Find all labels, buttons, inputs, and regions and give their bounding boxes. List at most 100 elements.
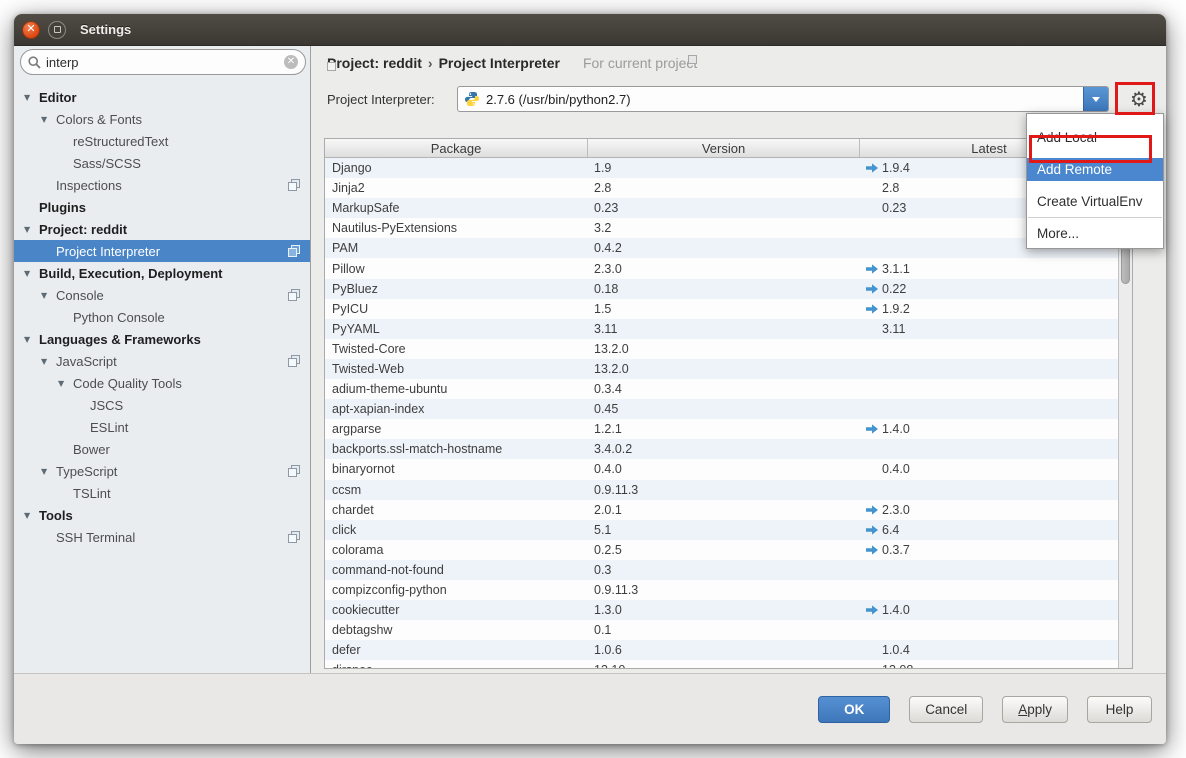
settings-search[interactable]: ✕: [20, 49, 306, 75]
package-name-cell: adium-theme-ubuntu: [325, 382, 588, 396]
combobox-dropdown-button[interactable]: [1083, 87, 1108, 111]
package-table-row[interactable]: Twisted-Web 13.2.0: [325, 359, 1118, 379]
breadcrumb-project[interactable]: Project: reddit: [327, 55, 422, 71]
sidebar-tree-item[interactable]: ▼ Project: reddit: [14, 218, 310, 240]
package-table-row[interactable]: click 5.1 6.4: [325, 520, 1118, 540]
sidebar-tree-item[interactable]: ▼ Python Console: [14, 306, 310, 328]
search-input[interactable]: [46, 55, 284, 70]
menu-item[interactable]: Create VirtualEnv: [1027, 190, 1163, 213]
sidebar-tree-item[interactable]: ▼ SSH Terminal: [14, 526, 310, 548]
search-icon: [28, 56, 41, 69]
package-table-row[interactable]: binaryornot 0.4.0 0.4.0: [325, 459, 1118, 479]
package-table-row[interactable]: argparse 1.2.1 1.4.0: [325, 419, 1118, 439]
package-table-row[interactable]: dirspec 13.10 13.08: [325, 660, 1118, 669]
package-latest-cell: [860, 384, 1118, 394]
menu-item[interactable]: Add Remote: [1027, 158, 1163, 181]
package-table-row[interactable]: Django 1.9 1.9.4: [325, 158, 1118, 178]
tree-expand-arrow-icon[interactable]: ▼: [41, 115, 56, 124]
package-table-row[interactable]: adium-theme-ubuntu 0.3.4: [325, 379, 1118, 399]
package-table-row[interactable]: MarkupSafe 0.23 0.23: [325, 198, 1118, 218]
interpreter-label: Project Interpreter:: [327, 92, 457, 107]
sidebar-tree-item[interactable]: ▼ ESLint: [14, 416, 310, 438]
package-table-row[interactable]: backports.ssl-match-hostname 3.4.0.2: [325, 439, 1118, 459]
latest-version-label: 1.4.0: [882, 603, 910, 617]
tree-expand-arrow-icon[interactable]: ▼: [24, 335, 39, 344]
tree-item-label: Sass/SCSS: [73, 156, 141, 171]
dialog-button[interactable]: Apply: [1002, 696, 1068, 723]
package-table-row[interactable]: chardet 2.0.1 2.3.0: [325, 500, 1118, 520]
column-header-package[interactable]: Package: [325, 139, 588, 157]
menu-item[interactable]: Add Local: [1027, 126, 1163, 149]
tree-item-label: Code Quality Tools: [73, 376, 182, 391]
tree-item-label: Plugins: [39, 200, 86, 215]
sidebar-tree-item[interactable]: ▼ JavaScript: [14, 350, 310, 372]
sidebar-tree-item[interactable]: ▼ Inspections: [14, 174, 310, 196]
sidebar-tree-item[interactable]: ▼ TypeScript: [14, 460, 310, 482]
sidebar-tree-item[interactable]: ▼ Languages & Frameworks: [14, 328, 310, 350]
package-name-cell: defer: [325, 643, 588, 657]
package-latest-cell: [860, 364, 1118, 374]
package-table-row[interactable]: command-not-found 0.3: [325, 560, 1118, 580]
package-version-cell: 2.0.1: [588, 503, 860, 517]
sidebar-tree-item[interactable]: ▼ Build, Execution, Deployment: [14, 262, 310, 284]
package-table-row[interactable]: PyBluez 0.18 0.22: [325, 279, 1118, 299]
sidebar-tree-item[interactable]: ▼ Plugins: [14, 196, 310, 218]
gear-button[interactable]: ⚙: [1126, 86, 1152, 112]
restore-button[interactable]: [48, 21, 66, 39]
sidebar-tree-item[interactable]: ▼ Colors & Fonts: [14, 108, 310, 130]
package-version-cell: 2.3.0: [588, 262, 860, 276]
tree-expand-arrow-icon[interactable]: ▼: [41, 467, 56, 476]
package-table-row[interactable]: debtagshw 0.1: [325, 620, 1118, 640]
sidebar-tree-item[interactable]: ▼ Console: [14, 284, 310, 306]
column-header-version[interactable]: Version: [588, 139, 860, 157]
upgrade-arrow-icon: [866, 424, 878, 434]
sidebar-tree-item[interactable]: ▼ Tools: [14, 504, 310, 526]
package-table-row[interactable]: defer 1.0.6 1.0.4: [325, 640, 1118, 660]
dialog-button[interactable]: Help: [1087, 696, 1152, 723]
dialog-button[interactable]: Cancel: [909, 696, 983, 723]
sidebar-tree-item[interactable]: ▼ Editor: [14, 86, 310, 108]
package-table-row[interactable]: apt-xapian-index 0.45: [325, 399, 1118, 419]
tree-expand-arrow-icon[interactable]: ▼: [24, 511, 39, 520]
tree-item-label: Bower: [73, 442, 110, 457]
upgrade-arrow-icon: [866, 304, 878, 314]
package-table-row[interactable]: compizconfig-python 0.9.11.3: [325, 580, 1118, 600]
tree-expand-arrow-icon[interactable]: ▼: [24, 269, 39, 278]
tree-expand-arrow-icon[interactable]: ▼: [41, 357, 56, 366]
sidebar-tree-item[interactable]: ▼ TSLint: [14, 482, 310, 504]
package-table-row[interactable]: Twisted-Core 13.2.0: [325, 339, 1118, 359]
tree-item-label: Inspections: [56, 178, 122, 193]
tree-expand-arrow-icon[interactable]: ▼: [58, 379, 73, 388]
package-table-row[interactable]: ccsm 0.9.11.3: [325, 480, 1118, 500]
tree-expand-arrow-icon[interactable]: ▼: [24, 225, 39, 234]
sidebar-tree-item[interactable]: ▼ Code Quality Tools: [14, 372, 310, 394]
package-table-row[interactable]: Nautilus-PyExtensions 3.2: [325, 218, 1118, 238]
package-table-row[interactable]: PyYAML 3.11 3.11: [325, 319, 1118, 339]
tree-item-label: Python Console: [73, 310, 165, 325]
menu-item-wrap: Create VirtualEnv: [1027, 185, 1163, 213]
package-table-row[interactable]: Jinja2 2.8 2.8: [325, 178, 1118, 198]
sidebar-tree-item[interactable]: ▼ JSCS: [14, 394, 310, 416]
sidebar-tree-item[interactable]: ▼ Sass/SCSS: [14, 152, 310, 174]
close-button[interactable]: ✕: [22, 21, 40, 39]
sidebar-tree-item[interactable]: ▼ Bower: [14, 438, 310, 460]
package-name-cell: Jinja2: [325, 181, 588, 195]
dialog-footer: OK Cancel Apply Help: [14, 673, 1166, 744]
package-table-row[interactable]: PyICU 1.5 1.9.2: [325, 299, 1118, 319]
package-table-row[interactable]: PAM 0.4.2: [325, 238, 1118, 258]
sidebar-tree-item[interactable]: ▼ reStructuredText: [14, 130, 310, 152]
clear-search-icon[interactable]: ✕: [284, 55, 298, 69]
tree-expand-arrow-icon[interactable]: ▼: [24, 93, 39, 102]
menu-item[interactable]: More...: [1027, 222, 1163, 245]
interpreter-combobox[interactable]: 2.7.6 (/usr/bin/python2.7): [457, 86, 1109, 112]
package-table-row[interactable]: colorama 0.2.5 0.3.7: [325, 540, 1118, 560]
sidebar-tree-item[interactable]: ▼ Project Interpreter: [14, 240, 310, 262]
package-table-row[interactable]: Pillow 2.3.0 3.1.1: [325, 258, 1118, 278]
dialog-button[interactable]: OK: [818, 696, 890, 723]
package-version-cell: 0.23: [588, 201, 860, 215]
latest-version-label: 1.9.4: [882, 161, 910, 175]
package-table-row[interactable]: cookiecutter 1.3.0 1.4.0: [325, 600, 1118, 620]
tree-expand-arrow-icon[interactable]: ▼: [41, 291, 56, 300]
breadcrumb-separator: ›: [428, 55, 433, 71]
tree-item-label: Console: [56, 288, 104, 303]
